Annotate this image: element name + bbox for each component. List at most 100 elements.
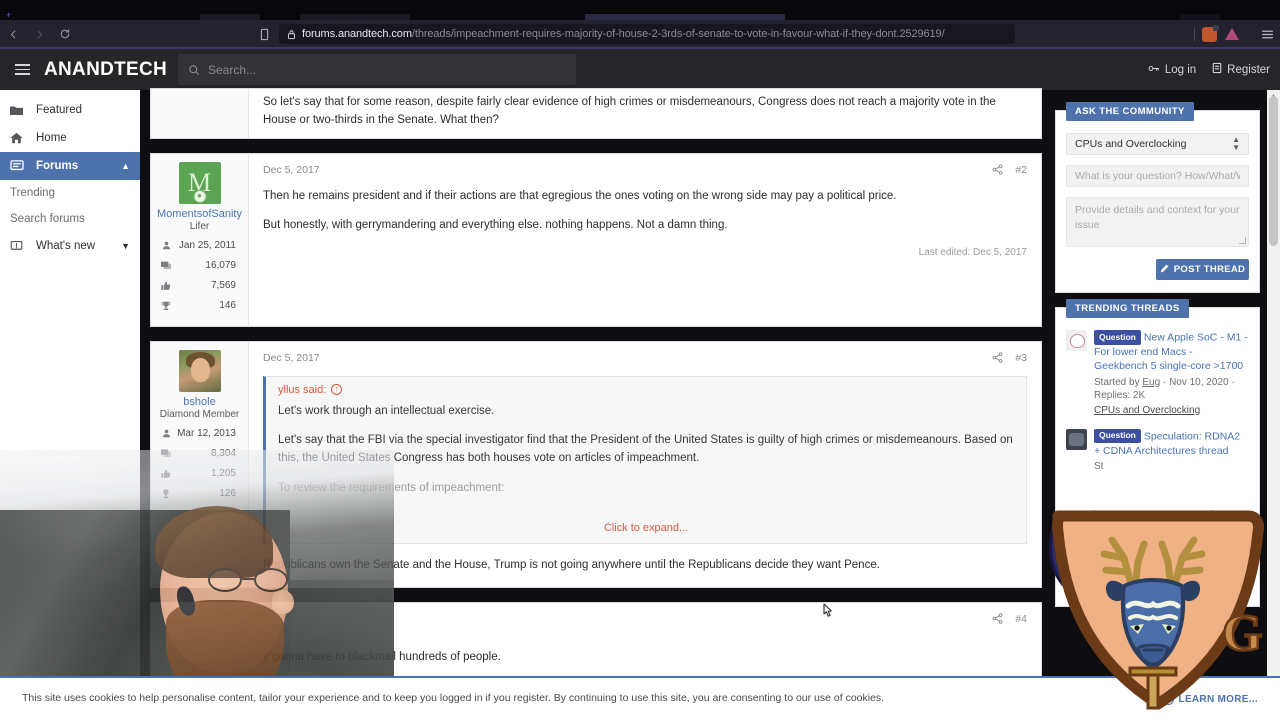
question-input[interactable]: [1075, 170, 1240, 182]
pencil-icon: [1160, 264, 1169, 276]
jump-to-quote-icon[interactable]: ↑: [331, 384, 343, 396]
post-content: Dec 5, 2017 #2 Then he remains president…: [249, 154, 1041, 326]
post-content: Dec 5, 2017 #3 yllus said: ↑ Let's work …: [249, 342, 1041, 587]
whats-new-icon: [10, 240, 36, 252]
stat-value: 146: [219, 300, 236, 312]
browser-tabstrip[interactable]: +: [0, 0, 1280, 20]
post-thread-button[interactable]: POST THREAD: [1156, 259, 1249, 280]
post-thread-label: POST THREAD: [1173, 264, 1246, 275]
quote-expand-button[interactable]: Click to expand...: [266, 506, 1026, 543]
sidebar-item-home[interactable]: Home: [0, 124, 140, 152]
post-body: Republicans own the Senate and the House…: [263, 557, 1027, 575]
avatar[interactable]: [178, 349, 221, 392]
sidebar-item-featured[interactable]: Featured: [0, 96, 140, 124]
post-meta: Dec 5, 2017 #2: [263, 162, 1027, 178]
sidebar-item-search-forums[interactable]: Search forums: [0, 206, 140, 232]
forward-icon[interactable]: [26, 20, 52, 48]
trending-thread-item[interactable]: Question Speculation: RDNA2 + CDNA Archit…: [1066, 428, 1249, 474]
quote-paragraph: Let's say that the FBI via the special i…: [278, 434, 1013, 465]
post-user-box: bshole Diamond Member Mar 12, 2013 8,304: [151, 341, 249, 587]
sidebar-item-label: Home: [36, 132, 67, 144]
stat-joined: Jan 25, 2011: [155, 236, 244, 256]
post-author-name[interactable]: bshole: [155, 396, 244, 408]
post-paragraph: So let's say that for some reason, despi…: [263, 96, 996, 126]
quote-author[interactable]: yllus said: ↑: [266, 377, 1026, 401]
post-number[interactable]: #4: [1015, 613, 1027, 625]
sidebar-item-trending[interactable]: Trending: [0, 180, 140, 206]
sidebar-item-label: What's new: [36, 240, 96, 252]
cookie-learn-more-link[interactable]: LEARN MORE...: [1162, 692, 1258, 707]
stat-value: Mar 12, 2013: [177, 428, 236, 440]
left-sidebar: Featured Home Forums ▲ Trending Search f…: [0, 90, 140, 720]
details-field[interactable]: [1066, 197, 1249, 247]
question-badge: Question: [1094, 330, 1141, 345]
forum-select[interactable]: CPUs and Overclocking ▲ ▼: [1066, 133, 1249, 155]
site-logo[interactable]: ANANDTECH: [44, 59, 167, 81]
register-icon: [1212, 62, 1222, 77]
trending-thread-item[interactable]: Question New Apple SoC - M1 - For lower e…: [1066, 330, 1249, 418]
resize-grip-icon[interactable]: [1239, 237, 1246, 244]
browser-window: + forums.anandtech.com/threads/impeachme…: [0, 0, 1280, 720]
address-bar[interactable]: forums.anandtech.com/threads/impeachment…: [279, 24, 1015, 44]
learn-more-label: LEARN MORE...: [1178, 693, 1258, 705]
login-label: Log in: [1164, 63, 1197, 76]
register-label: Register: [1227, 63, 1270, 76]
started-by-label: Started by: [1094, 376, 1140, 388]
chevron-down-icon[interactable]: ▼: [121, 241, 130, 251]
trending-thread-author[interactable]: Eug: [1142, 377, 1160, 388]
share-icon[interactable]: [992, 352, 1003, 363]
post-paragraph: But honestly, with gerrymandering and ev…: [263, 219, 728, 232]
post-author-title: Diamond Member: [159, 408, 240, 420]
page-scrollbar[interactable]: ▲ ▼: [1267, 90, 1280, 720]
post-2: M ● MomentsofSanity Lifer Jan 25, 2011 1…: [150, 152, 1042, 327]
search-input[interactable]: [208, 62, 566, 77]
lock-icon: [287, 29, 296, 40]
question-field[interactable]: [1066, 165, 1249, 187]
avatar[interactable]: M ●: [178, 161, 221, 204]
pocket-icon[interactable]: [255, 28, 273, 41]
share-icon[interactable]: [992, 164, 1003, 175]
post-meta: #4: [263, 611, 1027, 627]
post-number[interactable]: #3: [1015, 352, 1027, 364]
post-user-box: [151, 89, 249, 138]
site-search[interactable]: [178, 54, 576, 85]
back-icon[interactable]: [0, 20, 26, 48]
details-textarea[interactable]: [1075, 203, 1240, 241]
new-tab-icon[interactable]: +: [6, 11, 14, 20]
site-menu-icon[interactable]: [0, 64, 44, 75]
browser-menu-icon[interactable]: [1254, 20, 1280, 48]
reload-icon[interactable]: [52, 20, 78, 48]
avatar-image-detail: [190, 357, 210, 382]
extension-icon-1[interactable]: [1202, 24, 1219, 42]
post-paragraph: y gonna have to blackmail hundreds of pe…: [263, 650, 501, 663]
key-icon: [1148, 63, 1160, 77]
post-author-name[interactable]: MomentsofSanity: [155, 208, 244, 220]
post-number[interactable]: #2: [1015, 164, 1027, 176]
post-user-box: M ● MomentsofSanity Lifer Jan 25, 2011 1…: [151, 153, 249, 326]
sidebar-item-label: Trending: [10, 187, 55, 199]
info-icon: [1162, 693, 1174, 705]
register-link[interactable]: Register: [1212, 62, 1270, 77]
ask-widget-title: ASK THE COMMUNITY: [1066, 102, 1194, 121]
extension-icon-2[interactable]: [1224, 27, 1239, 42]
online-status-icon: ●: [193, 189, 206, 203]
sidebar-item-whats-new[interactable]: What's new ▼: [0, 232, 140, 260]
thumbs-up-icon: [155, 469, 177, 479]
chevron-up-icon[interactable]: ▲: [121, 161, 130, 171]
forum-select-value: CPUs and Overclocking: [1075, 138, 1187, 150]
stat-value: 8,304: [210, 448, 236, 460]
stat-messages: 16,079: [155, 256, 244, 276]
scrollbar-thumb[interactable]: [1269, 96, 1278, 246]
sidebar-item-forums[interactable]: Forums ▲: [0, 152, 140, 180]
login-link[interactable]: Log in: [1148, 63, 1196, 77]
share-icon[interactable]: [992, 613, 1003, 624]
stat-trophies: 146: [155, 296, 244, 316]
post-paragraph: Then he remains president and if their a…: [263, 189, 897, 202]
sidebar-item-label: Forums: [36, 160, 79, 172]
trending-thread-forum[interactable]: CPUs and Overclocking: [1094, 404, 1200, 418]
search-icon: [188, 64, 200, 76]
mouse-cursor: [820, 602, 834, 622]
question-badge: Question: [1094, 428, 1141, 444]
header-account-links: Log in Register: [1148, 49, 1270, 90]
stat-messages: 8,304: [155, 444, 244, 464]
